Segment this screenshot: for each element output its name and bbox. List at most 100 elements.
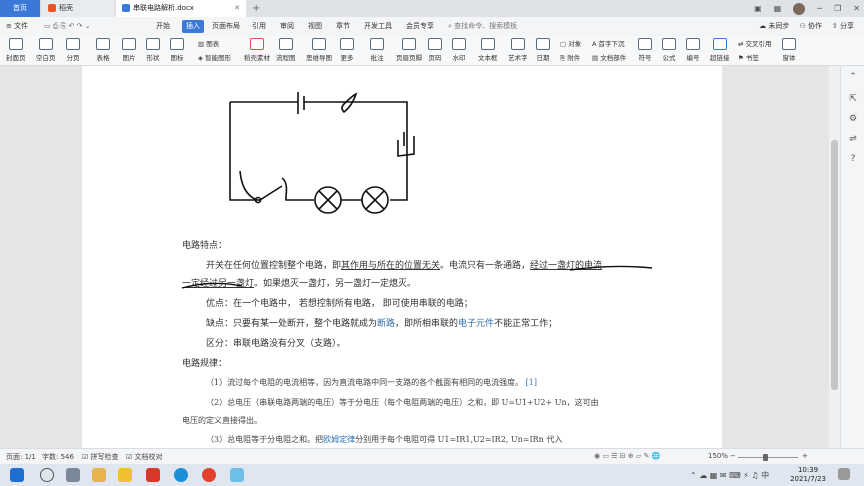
hyperlink-button[interactable]: 超链接 <box>710 38 730 62</box>
collapse-icon[interactable]: ⌃ <box>848 72 858 82</box>
shape-label: 形状 <box>146 54 160 62</box>
notification-icon[interactable] <box>838 468 850 480</box>
cover-page-label: 封面页 <box>6 54 26 62</box>
formula-button[interactable]: 公式 <box>662 38 676 62</box>
zoom-slider[interactable] <box>738 457 798 458</box>
material-button[interactable]: 稻壳素材 <box>244 38 270 62</box>
windows-start-icon[interactable] <box>10 468 24 482</box>
quick-access-icons[interactable]: ▭ ⎙ ⎘ ↶ ↷ ⌄ <box>44 20 91 33</box>
zoom-out-icon[interactable]: − <box>730 452 736 460</box>
header-footer-label: 页眉页脚 <box>396 54 422 62</box>
wps-icon[interactable] <box>146 468 160 482</box>
document-page[interactable]: 电路特点： 开关在任何位置控制整个电路，即其作用与所在的位置无关。电流只有一条通… <box>82 66 722 448</box>
help-icon[interactable]: ? <box>848 154 858 164</box>
spell-check[interactable]: ☑ 拼写检查 <box>82 452 119 462</box>
sync-status[interactable]: ☁ 未同步 <box>759 20 789 33</box>
link-ohms-law[interactable]: 欧姆定律 <box>323 435 355 444</box>
mindmap-button[interactable]: 思维导图 <box>306 38 332 62</box>
close-tab-icon[interactable]: ✕ <box>234 0 240 17</box>
smartart-button[interactable]: ◈ 智能图形 <box>198 52 231 62</box>
view-mode-icons[interactable]: ◉ ▭ ☰ ⊟ ⊕ ▱ ✎ 🌐 <box>594 452 660 460</box>
app-icon[interactable] <box>230 468 244 482</box>
wordart-button[interactable]: 艺术字 <box>508 38 528 62</box>
menu-review[interactable]: 审阅 <box>280 20 294 33</box>
share-button[interactable]: ⇧ 分享 <box>832 20 854 33</box>
shape-button[interactable]: 形状 <box>146 38 160 62</box>
menu-view[interactable]: 视图 <box>308 20 322 33</box>
minimize-icon[interactable]: ─ <box>817 4 822 13</box>
page-number-button[interactable]: 页码 <box>428 38 442 62</box>
date-button[interactable]: 日期 <box>536 38 550 62</box>
share-label: 分享 <box>840 22 854 30</box>
maximize-icon[interactable]: ❐ <box>834 4 841 13</box>
picture-button[interactable]: 图片 <box>122 38 136 62</box>
clock[interactable]: 10:39 2021/7/23 <box>790 466 826 484</box>
dropcap-button[interactable]: A 首字下沉 <box>592 38 625 48</box>
close-window-icon[interactable]: ✕ <box>853 4 860 13</box>
search-taskbar-icon[interactable] <box>40 468 54 482</box>
material-icon <box>250 38 264 50</box>
bookmark-button[interactable]: ⚑ 书签 <box>738 52 759 62</box>
zoom-level[interactable]: 150% <box>708 452 728 460</box>
scroll-thumb[interactable] <box>831 140 838 390</box>
menu-references[interactable]: 引用 <box>252 20 266 33</box>
menu-chapter[interactable]: 章节 <box>336 20 350 33</box>
menu-start[interactable]: 开始 <box>156 20 170 33</box>
select-icon[interactable]: ⇱ <box>848 94 858 104</box>
comment-label: 批注 <box>370 54 384 62</box>
collaborate-label: 协作 <box>807 22 822 30</box>
attachment-button[interactable]: ⎘ 附件 <box>560 52 580 63</box>
watermark-button[interactable]: 水印 <box>452 38 466 62</box>
zoom-knob[interactable] <box>763 454 768 461</box>
doc-parts-button[interactable]: ▤ 文档部件 <box>592 52 626 62</box>
cross-ref-button[interactable]: ⇄ 交叉引用 <box>738 38 772 48</box>
cover-page-button[interactable]: 封面页 <box>6 38 26 62</box>
system-tray-icons[interactable]: ⌃ ☁ ▦ ✉ ⌨ ⚡ ♫ 中 <box>690 470 769 481</box>
page-break-label: 分页 <box>66 54 80 62</box>
menu-developer[interactable]: 开发工具 <box>364 20 392 33</box>
link-electronic-component[interactable]: 电子元件 <box>458 319 494 329</box>
file-explorer-icon[interactable] <box>92 468 106 482</box>
adjust-icon[interactable]: ⇌ <box>848 134 858 144</box>
proofread[interactable]: ☑ 文档校对 <box>126 452 163 462</box>
menu-member[interactable]: 会员专享 <box>406 20 434 33</box>
page-break-button[interactable]: 分页 <box>66 38 80 62</box>
menu-file[interactable]: ≡ 文件 <box>6 20 28 33</box>
form-button[interactable]: 窗体 <box>782 38 796 62</box>
tab-daoke[interactable]: 稻壳 <box>42 0 114 17</box>
icons-button[interactable]: 图标 <box>170 38 184 62</box>
search-input[interactable]: ⌕ 查找命令、搜索模板 <box>448 20 517 33</box>
task-view-icon[interactable] <box>66 468 80 482</box>
link-open-circuit[interactable]: 断路 <box>377 319 395 329</box>
layout-icon[interactable]: ▣ <box>754 4 762 13</box>
collaborate-button[interactable]: ⚇ 协作 <box>799 20 822 33</box>
header-footer-button[interactable]: 页眉页脚 <box>396 38 422 62</box>
tab-home[interactable]: 首页 <box>0 0 40 17</box>
table-button[interactable]: 表格 <box>96 38 110 62</box>
grid-icon[interactable]: ▦ <box>774 4 782 13</box>
law-2-line1: （2）总电压（串联电路两端的电压）等于分电压（每个电阻两端的电压）之和，即 U=… <box>206 397 599 408</box>
chart-button[interactable]: ▥ 图表 <box>198 38 219 48</box>
tab-document[interactable]: 串联电路解析.docx ✕ <box>116 0 246 17</box>
avatar[interactable] <box>793 2 806 15</box>
style-icon[interactable]: ⚙ <box>848 114 858 124</box>
zoom-in-icon[interactable]: + <box>802 452 808 460</box>
more-button[interactable]: 更多 <box>340 38 354 62</box>
symbol-button[interactable]: 符号 <box>638 38 652 62</box>
reference-link[interactable]: [1] <box>526 378 537 387</box>
chrome-icon[interactable] <box>202 468 216 482</box>
flowchart-button[interactable]: 流程图 <box>276 38 296 62</box>
menu-insert[interactable]: 插入 <box>182 20 204 33</box>
textbox-icon <box>480 38 495 50</box>
blank-page-button[interactable]: 空白页 <box>36 38 56 62</box>
comment-button[interactable]: 批注 <box>370 38 384 62</box>
edge-browser-icon[interactable] <box>174 468 188 482</box>
word-count[interactable]: 字数: 546 <box>42 452 74 462</box>
textbox-button[interactable]: 文本框 <box>478 38 498 62</box>
law-3-text-after: 分别用于每个电阻可得 U1=IR1,U2=IR2, <box>355 435 509 444</box>
object-button[interactable]: ▢ 对象 <box>560 38 581 48</box>
numbering-button[interactable]: 编号 <box>686 38 700 62</box>
sticky-app-icon[interactable] <box>118 468 132 482</box>
new-tab-button[interactable]: + <box>252 0 260 17</box>
menu-page-layout[interactable]: 页面布局 <box>212 20 240 33</box>
